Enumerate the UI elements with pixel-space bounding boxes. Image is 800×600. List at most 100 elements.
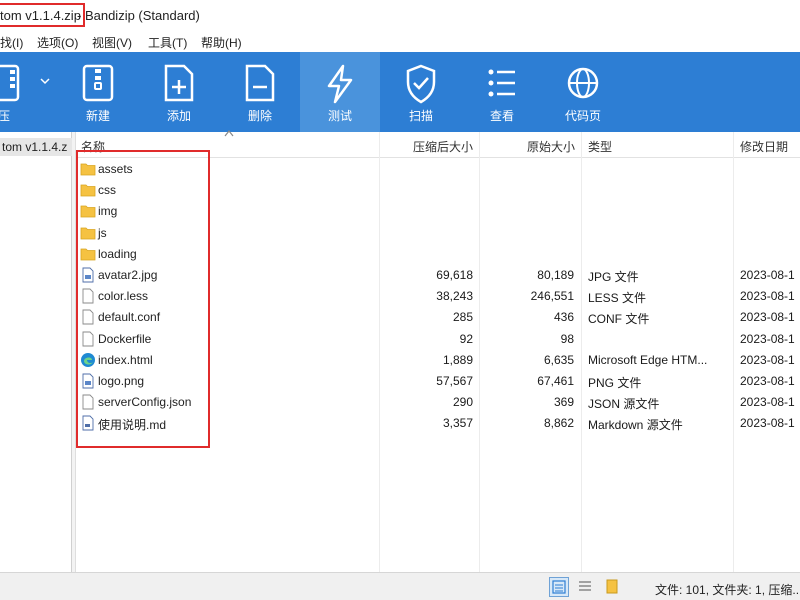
file-name: assets — [98, 162, 133, 176]
chevron-down-icon[interactable] — [40, 76, 50, 86]
menu-help[interactable]: 帮助(H) — [201, 34, 242, 51]
folder-icon — [80, 203, 96, 220]
delete-button[interactable]: 删除 — [220, 52, 300, 132]
file-compressed-size: 38,243 — [436, 289, 473, 304]
codepage-label: 代码页 — [564, 109, 601, 123]
file-modified-date: 2023-08-1 — [740, 310, 795, 325]
scan-label: 扫描 — [408, 109, 433, 123]
file-row[interactable]: default.conf 285 436 CONF 文件 2023-08-1 — [77, 307, 800, 328]
zip-folder-icon — [0, 64, 20, 102]
file-type: Markdown 源文件 — [588, 418, 683, 433]
image-file-icon — [80, 267, 96, 284]
list-view-icon — [488, 69, 515, 97]
tree-root-item[interactable]: tom v1.1.4.z — [0, 138, 72, 156]
details-view-button[interactable] — [549, 577, 569, 597]
test-button[interactable]: 测试 — [300, 52, 380, 132]
file-type: Microsoft Edge HTM... — [588, 352, 708, 367]
file-row[interactable]: loading — [77, 244, 800, 265]
file-row[interactable]: avatar2.jpg 69,618 80,189 JPG 文件 2023-08-1 — [77, 265, 800, 286]
file-compressed-size: 92 — [459, 331, 473, 346]
file-original-size: 67,461 — [537, 374, 574, 388]
file-modified-date: 2023-08-1 — [740, 374, 795, 388]
new-archive-button[interactable]: 新建 — [58, 52, 138, 132]
file-row[interactable]: color.less 38,243 246,551 LESS 文件 2023-08-1 — [77, 286, 800, 307]
file-name: index.html — [98, 352, 153, 367]
edge-icon — [80, 352, 96, 369]
panel-splitter[interactable] — [72, 132, 76, 572]
folder-view-button[interactable] — [603, 577, 623, 597]
add-label: 添加 — [166, 109, 191, 123]
file-row[interactable]: serverConfig.json 290 369 JSON 源文件 2023-08-1 — [77, 392, 800, 413]
column-name-header[interactable]: 名称 — [81, 138, 105, 155]
file-modified-date: 2023-08-1 — [740, 352, 795, 367]
view-button[interactable]: 查看 — [462, 52, 542, 132]
file-original-size: 246,551 — [530, 289, 574, 304]
details-view-icon — [552, 580, 566, 594]
image-file-icon — [80, 373, 96, 390]
file-name: img — [98, 204, 118, 219]
column-original-header[interactable]: 原始大小 — [527, 138, 575, 155]
file-row[interactable]: assets — [77, 159, 800, 180]
file-icon — [80, 309, 96, 326]
folder-icon — [80, 182, 96, 199]
file-type: PNG 文件 — [588, 376, 642, 390]
file-row[interactable]: 使用说明.md 3,357 8,862 Markdown 源文件 2023-08-1 — [77, 413, 800, 434]
file-name: logo.png — [98, 374, 145, 388]
file-modified-date: 2023-08-1 — [740, 268, 795, 282]
add-button[interactable]: 添加 — [139, 52, 219, 132]
file-type: LESS 文件 — [588, 291, 647, 306]
folder-tree: tom v1.1.4.z — [0, 132, 72, 572]
list-view-button[interactable] — [576, 577, 596, 597]
add-file-icon — [164, 64, 194, 102]
file-original-size: 6,635 — [543, 352, 574, 367]
menu-find[interactable]: 找(I) — [0, 34, 23, 51]
file-modified-date: 2023-08-1 — [740, 395, 795, 410]
file-row[interactable]: css — [77, 180, 800, 201]
file-name: default.conf — [98, 310, 161, 325]
globe-icon — [567, 67, 599, 99]
menu-bar: 找(I) 选项(O) 视图(V) 工具(T) 帮助(H) — [0, 30, 800, 52]
file-name: loading — [98, 246, 137, 261]
menu-tools[interactable]: 工具(T) — [148, 34, 187, 51]
view-label: 查看 — [489, 109, 514, 123]
file-name: js — [98, 225, 107, 240]
toolbar: 压 新建 添加 删除 测试 扫描 查看 代码页 — [0, 52, 800, 132]
file-row[interactable]: index.html 1,889 6,635 Microsoft Edge HTM..… — [77, 350, 800, 371]
file-name: Dockerfile — [98, 331, 152, 346]
delete-label: 删除 — [247, 109, 272, 123]
column-compressed-header[interactable]: 压缩后大小 — [413, 138, 473, 155]
file-compressed-size: 69,618 — [436, 268, 473, 282]
new-label: 新建 — [85, 109, 110, 123]
file-list: 名称 压缩后大小 原始大小 类型 修改日期 assets css img js load… — [77, 130, 800, 572]
file-name: color.less — [98, 289, 149, 304]
file-type: JPG 文件 — [588, 270, 639, 284]
file-row[interactable]: img — [77, 201, 800, 222]
file-original-size: 436 — [553, 310, 574, 325]
shield-check-icon — [406, 64, 436, 104]
title-bar: tom v1.1.4.zip - Bandizip (Standard) — [0, 0, 800, 30]
file-row[interactable]: Dockerfile 92 98 2023-08-1 — [77, 329, 800, 350]
list-header: 名称 压缩后大小 原始大小 类型 修改日期 — [77, 130, 800, 158]
text-file-icon — [80, 415, 96, 432]
codepage-button[interactable]: 代码页 — [543, 52, 623, 132]
status-bar: 文件: 101, 文件夹: 1, 压缩... — [0, 572, 800, 600]
sort-up-icon — [224, 130, 234, 137]
file-row[interactable]: js — [77, 223, 800, 244]
delete-file-icon — [245, 64, 275, 102]
scan-button[interactable]: 扫描 — [381, 52, 461, 132]
menu-view[interactable]: 视图(V) — [92, 34, 132, 51]
status-text: 文件: 101, 文件夹: 1, 压缩... — [655, 583, 800, 597]
column-modified-header[interactable]: 修改日期 — [740, 138, 788, 155]
menu-options[interactable]: 选项(O) — [37, 34, 78, 51]
file-row[interactable]: logo.png 57,567 67,461 PNG 文件 2023-08-1 — [77, 371, 800, 392]
column-type-header[interactable]: 类型 — [588, 138, 612, 155]
window-title-filename: tom v1.1.4.zip — [0, 3, 85, 27]
file-modified-date: 2023-08-1 — [740, 416, 795, 431]
file-compressed-size: 290 — [452, 395, 473, 410]
file-original-size: 369 — [553, 395, 574, 410]
folder-icon — [80, 225, 96, 242]
file-original-size: 98 — [560, 331, 574, 346]
file-original-size: 80,189 — [537, 268, 574, 282]
lightning-icon — [327, 64, 353, 104]
file-modified-date: 2023-08-1 — [740, 289, 795, 304]
